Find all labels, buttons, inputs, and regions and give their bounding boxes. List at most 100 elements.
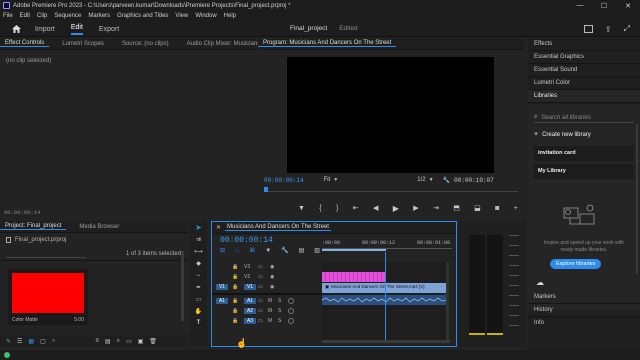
panel-libraries[interactable]: Libraries xyxy=(528,90,640,103)
zoom-slider-icon[interactable]: ○ xyxy=(52,338,56,344)
timeline-vertical-scrollbar[interactable] xyxy=(446,262,449,340)
share-icon[interactable]: ⇪ xyxy=(605,25,612,34)
lock-icon[interactable]: 🔒 xyxy=(232,308,240,314)
program-title[interactable]: Program: Musicians And Dancers On The St… xyxy=(258,40,397,47)
source-patch-v1[interactable]: V1 xyxy=(216,284,228,290)
slip-tool-icon[interactable]: ↔ xyxy=(190,269,207,281)
maximize-button[interactable]: ☐ xyxy=(592,2,616,10)
eye-icon[interactable]: ◉ xyxy=(270,274,274,280)
step-forward-icon[interactable]: ▶ xyxy=(413,204,418,212)
sync-lock-icon[interactable]: ▭ xyxy=(258,274,270,280)
tab-audio-clip-mixer[interactable]: Audio Clip Mixer: Musicians xyxy=(182,41,266,47)
freeform-view-icon[interactable]: ▢ xyxy=(40,338,46,345)
project-search-field[interactable] xyxy=(6,250,86,258)
lock-icon[interactable]: 🔒 xyxy=(232,318,240,324)
tab-media-browser[interactable]: Media Browser xyxy=(74,224,124,230)
audio-clip-a1[interactable] xyxy=(322,295,446,305)
panel-lumetri-color[interactable]: Lumetri Color xyxy=(528,77,640,90)
nest-icon[interactable]: ⊞ xyxy=(220,247,225,254)
create-library-button[interactable]: + Create new library xyxy=(534,131,634,138)
pen-tool-icon[interactable]: ✒ xyxy=(190,281,207,293)
pink-clip-v2[interactable] xyxy=(322,272,386,282)
type-tool-icon[interactable]: T xyxy=(190,317,207,329)
add-marker-timeline-icon[interactable]: ▼ xyxy=(265,248,271,254)
resolution-dropdown-icon[interactable]: ▼ xyxy=(430,177,433,183)
workspace-import[interactable]: Import xyxy=(35,26,55,33)
solo-button[interactable]: S xyxy=(278,318,288,324)
add-marker-icon[interactable]: ▼ xyxy=(298,205,305,212)
timeline-ruler[interactable]: :00:00 00:00:00:12 00:00:01:00 xyxy=(322,240,452,254)
program-video-frame[interactable] xyxy=(287,57,494,173)
new-item-icon[interactable]: ▣ xyxy=(138,338,144,345)
menu-markers[interactable]: Markers xyxy=(88,13,110,19)
minimize-button[interactable]: — xyxy=(568,2,592,9)
zoom-dropdown-icon[interactable]: ▼ xyxy=(334,177,337,183)
tab-project[interactable]: Project: Final_project xyxy=(0,223,67,230)
project-scrollbar[interactable] xyxy=(181,251,184,321)
sort-icon[interactable]: ≡ xyxy=(95,338,99,344)
step-back-icon[interactable]: ◀ xyxy=(373,204,378,212)
solo-button[interactable]: S xyxy=(278,298,288,304)
tab-effect-controls[interactable]: Effect Controls xyxy=(0,40,50,47)
voiceover-record-icon[interactable] xyxy=(288,318,294,324)
menu-help[interactable]: Help xyxy=(224,13,236,19)
fullscreen-icon[interactable]: ⤢ xyxy=(624,24,630,34)
track-select-tool-icon[interactable]: ⇉ xyxy=(190,233,207,245)
menu-window[interactable]: Window xyxy=(195,13,216,19)
panel-essential-sound[interactable]: Essential Sound xyxy=(528,64,640,77)
selection-tool-icon[interactable]: ➤ xyxy=(190,221,207,233)
lift-icon[interactable]: ⬒ xyxy=(453,204,460,212)
mark-out-icon[interactable]: } xyxy=(336,205,338,212)
menu-edit[interactable]: Edit xyxy=(20,13,30,19)
captions-icon[interactable]: ▤ xyxy=(299,247,305,254)
timeline-settings-icon[interactable]: 🔧 xyxy=(281,247,288,254)
clear-icon[interactable]: 🗑 xyxy=(149,338,157,345)
workspace-export[interactable]: Export xyxy=(99,26,119,33)
timeline-horizontal-scrollbar[interactable] xyxy=(322,340,450,343)
panel-info[interactable]: Info xyxy=(528,317,640,330)
extract-icon[interactable]: ⬓ xyxy=(474,204,481,212)
new-bin-icon[interactable]: ▭ xyxy=(126,338,132,345)
zoom-select[interactable]: Fit xyxy=(324,177,331,183)
work-area-bar[interactable] xyxy=(322,249,386,251)
creative-cloud-icon[interactable]: ☁ xyxy=(536,278,544,287)
play-icon[interactable]: ▶ xyxy=(393,204,399,213)
export-frame-icon[interactable]: ◙ xyxy=(495,205,499,212)
workspaces-icon[interactable] xyxy=(583,25,593,33)
library-scrollbar[interactable] xyxy=(636,124,638,274)
lock-icon[interactable]: 🔒 xyxy=(232,274,240,280)
menu-sequence[interactable]: Sequence xyxy=(54,13,81,19)
sync-lock-icon[interactable]: ▭ xyxy=(258,318,268,324)
library-search[interactable]: ⌕ Search all libraries xyxy=(534,113,634,123)
color-matte-thumbnail[interactable]: Color Matte 5:00 xyxy=(8,269,88,325)
timeline-timecode[interactable]: 00:00:00:14 xyxy=(220,236,273,245)
home-icon[interactable] xyxy=(12,25,21,33)
panel-history[interactable]: History xyxy=(528,304,640,317)
voiceover-record-icon[interactable] xyxy=(288,298,294,304)
menu-clip[interactable]: Clip xyxy=(37,13,47,19)
find-icon[interactable]: ⌕ xyxy=(117,338,120,345)
sync-lock-icon[interactable]: ▭ xyxy=(258,298,268,304)
close-button[interactable]: ✕ xyxy=(616,2,640,10)
eye-icon[interactable]: ◉ xyxy=(270,264,274,270)
snap-icon[interactable]: ∩ xyxy=(235,248,239,254)
hand-tool-icon[interactable]: ✋ xyxy=(190,305,207,317)
lock-icon[interactable]: 🔒 xyxy=(232,284,240,290)
panel-essential-graphics[interactable]: Essential Graphics xyxy=(528,51,640,64)
program-scrubber[interactable] xyxy=(264,187,518,192)
tab-lumetri-scopes[interactable]: Lumetri Scopes xyxy=(57,41,109,47)
lock-icon[interactable]: 🔒 xyxy=(232,264,240,270)
mute-button[interactable]: M xyxy=(268,308,278,314)
voiceover-record-icon[interactable] xyxy=(288,308,294,314)
explore-libraries-button[interactable]: Explore libraries xyxy=(550,259,602,269)
pencil-icon[interactable]: ✎ xyxy=(6,338,11,345)
go-to-out-icon[interactable]: ⇥ xyxy=(433,204,439,212)
settings-wrench-icon[interactable]: 🔧 xyxy=(443,177,450,184)
library-item-my-library[interactable]: My Library xyxy=(534,164,634,179)
library-item-invitation-card[interactable]: invitation card xyxy=(534,146,634,161)
source-patch-a1[interactable]: A1 xyxy=(216,298,228,304)
automate-icon[interactable]: ▤ xyxy=(105,338,111,345)
lock-icon[interactable]: 🔒 xyxy=(232,298,240,304)
list-view-icon[interactable]: ☰ xyxy=(17,338,22,345)
sync-lock-icon[interactable]: ▭ xyxy=(258,284,270,290)
